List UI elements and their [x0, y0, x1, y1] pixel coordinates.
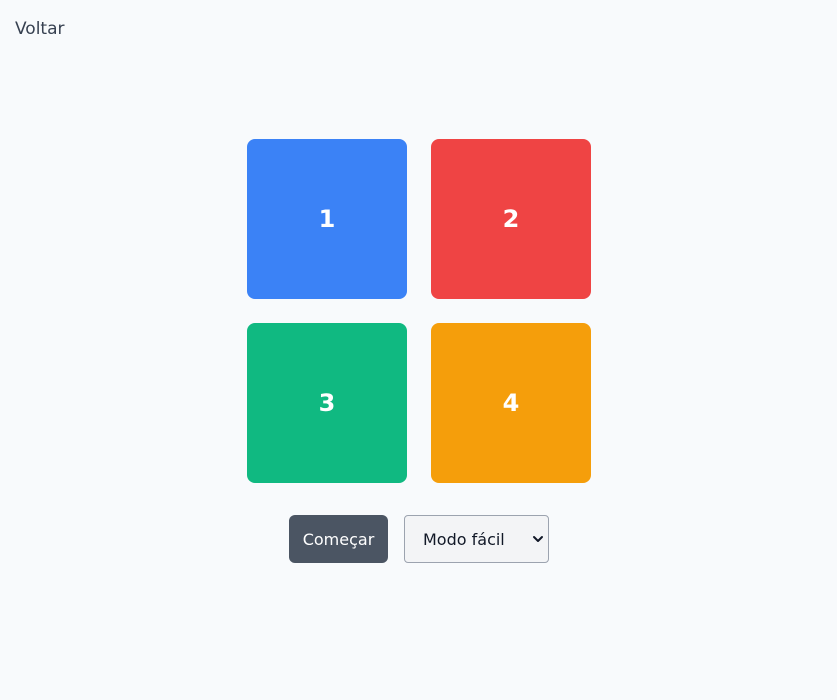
start-button[interactable]: Começar	[289, 515, 388, 563]
difficulty-select[interactable]: Modo fácil	[404, 515, 549, 563]
color-pad-3[interactable]: 3	[247, 323, 407, 483]
color-pad-4[interactable]: 4	[431, 323, 591, 483]
color-pad-1[interactable]: 1	[247, 139, 407, 299]
game-controls: Começar Modo fácil	[289, 515, 549, 563]
difficulty-select-wrapper: Modo fácil	[404, 515, 549, 563]
color-pad-grid: 1 2 3 4	[247, 139, 591, 483]
back-link[interactable]: Voltar	[15, 19, 65, 39]
color-pad-2[interactable]: 2	[431, 139, 591, 299]
